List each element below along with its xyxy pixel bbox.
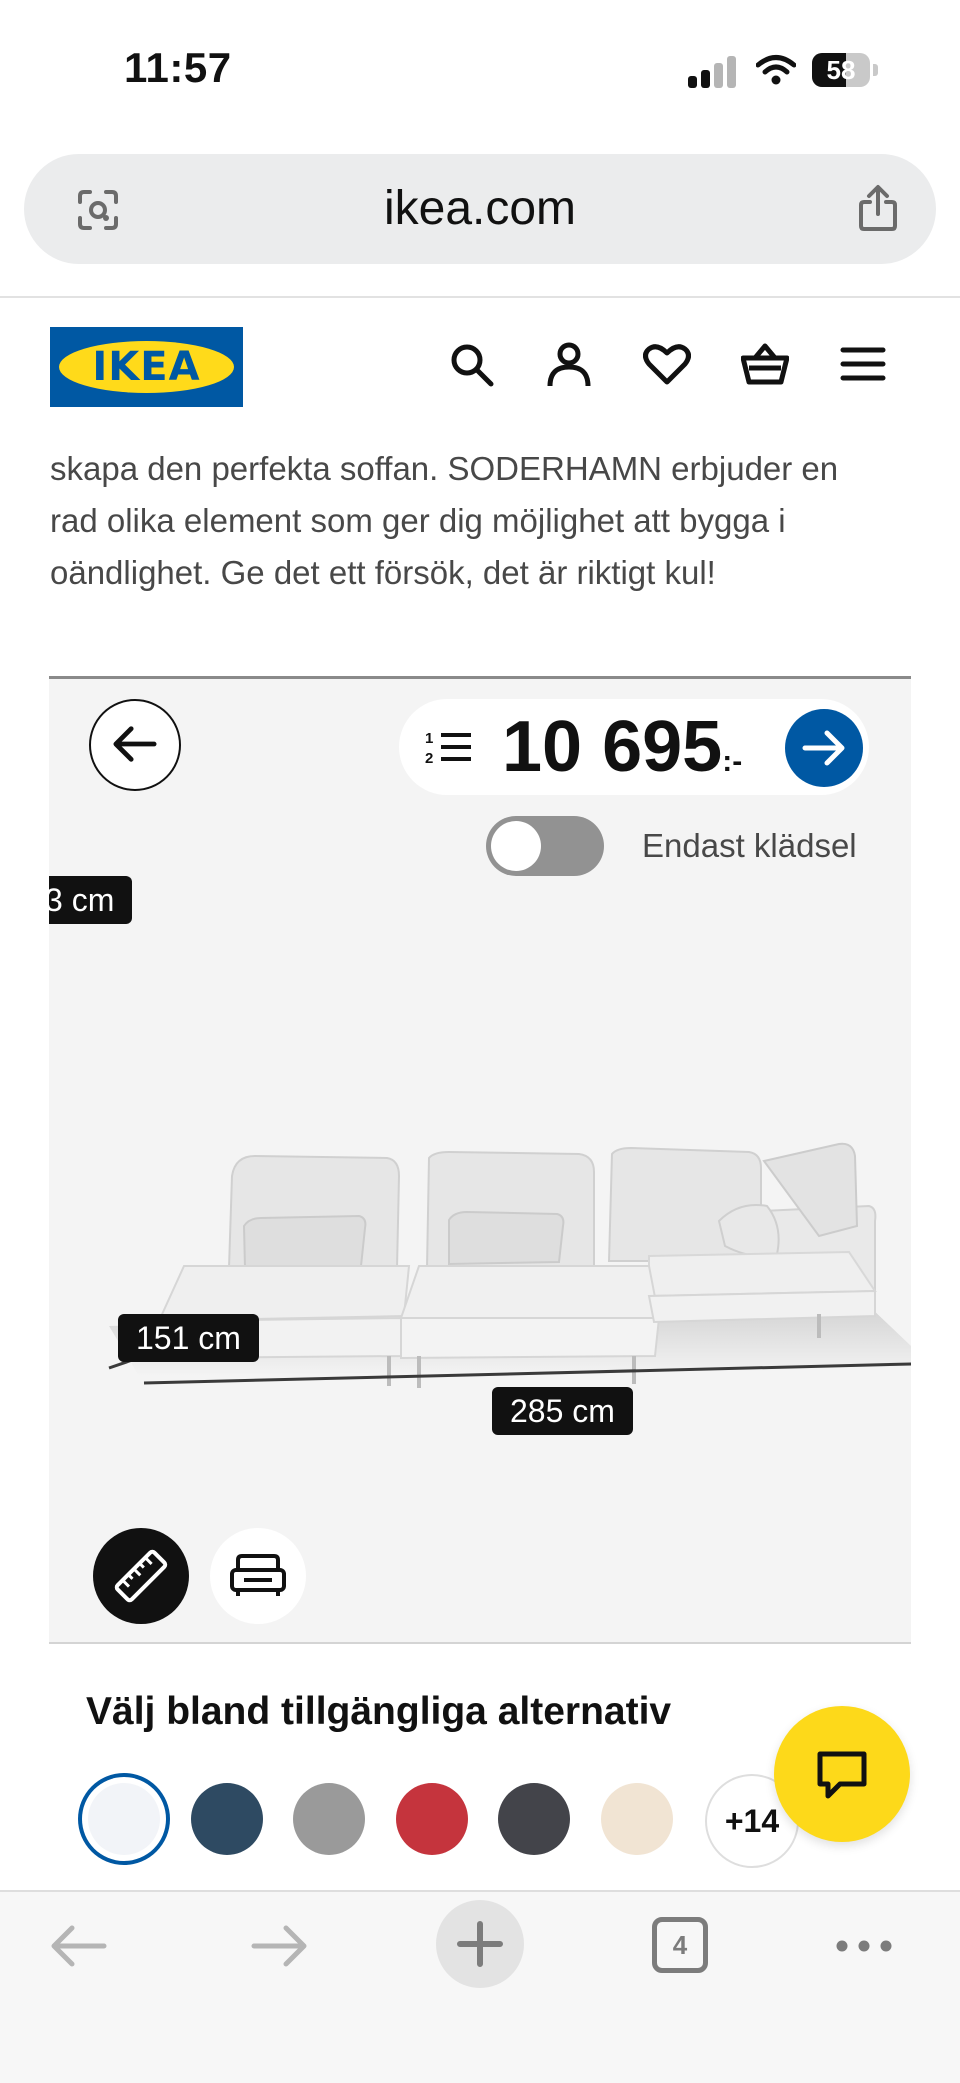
numbered-list-icon: 1 2 [425,730,471,767]
color-swatch[interactable] [191,1783,263,1855]
logo-text: IKEA [92,344,201,390]
room-view-button[interactable] [210,1528,306,1624]
dimension-label-width: 285 cm [492,1387,633,1435]
heart-icon[interactable] [643,340,691,388]
wifi-icon [756,55,796,85]
dimension-label-height: 3 cm [49,876,133,924]
forward-arrow-icon[interactable] [248,1914,312,1978]
upholstery-only-toggle[interactable] [486,816,604,876]
status-time: 11:57 [124,44,232,91]
color-swatch[interactable] [601,1783,673,1855]
battery-level: 58 [826,55,856,85]
more-options-icon[interactable] [832,1914,896,1978]
total-price: 10 695:- [502,707,742,802]
color-swatch[interactable] [498,1783,570,1855]
product-configurator[interactable]: 1 2 10 695:- Endast klädsel 3 cm 151 cm … [49,676,911,1644]
sofa-icon [230,1554,286,1596]
options-title: Välj bland tillgängliga alternativ [86,1690,672,1733]
price-value: 10 695 [502,707,723,787]
divider [0,296,960,298]
tabs-button[interactable]: 4 [652,1917,708,1973]
menu-icon[interactable] [839,340,887,388]
back-arrow-icon[interactable] [46,1914,110,1978]
arrow-left-icon [113,726,157,762]
back-button[interactable] [89,699,181,791]
chat-icon [817,1751,867,1799]
cart-icon[interactable] [741,340,789,388]
dimension-label-depth: 151 cm [118,1314,259,1362]
account-icon[interactable] [545,340,593,388]
url-text[interactable]: ikea.com [24,154,936,264]
sofa-image[interactable] [49,1056,911,1476]
description-line: oändlighet. Ge det ett försök, det är ri… [50,554,716,591]
svg-text:2: 2 [425,750,433,767]
description-line: rad olika element som ger dig möjlighet … [50,502,786,539]
measurements-button[interactable] [93,1528,189,1624]
cellular-signal-icon [688,56,736,88]
description-line: skapa den perfekta soffan. SODERHAMN erb… [50,450,839,487]
address-bar[interactable]: ikea.com [24,154,936,264]
plus-icon [457,1921,503,1967]
chat-button[interactable] [774,1706,910,1842]
product-description: skapa den perfekta soffan. SODERHAMN erb… [50,443,930,599]
color-swatch[interactable] [396,1783,468,1855]
search-icon[interactable] [447,340,495,388]
toggle-label: Endast klädsel [642,827,857,864]
color-swatch[interactable] [88,1783,160,1855]
ikea-logo[interactable]: IKEA [50,327,243,407]
arrow-right-icon [802,730,845,766]
color-swatch[interactable] [293,1783,365,1855]
new-tab-button[interactable] [436,1900,524,1988]
share-icon[interactable] [856,184,900,232]
ruler-icon [114,1549,168,1603]
price-currency: :- [722,745,743,778]
continue-button[interactable] [785,709,863,787]
svg-text:1: 1 [425,730,433,747]
battery-icon: 58 [812,53,878,87]
